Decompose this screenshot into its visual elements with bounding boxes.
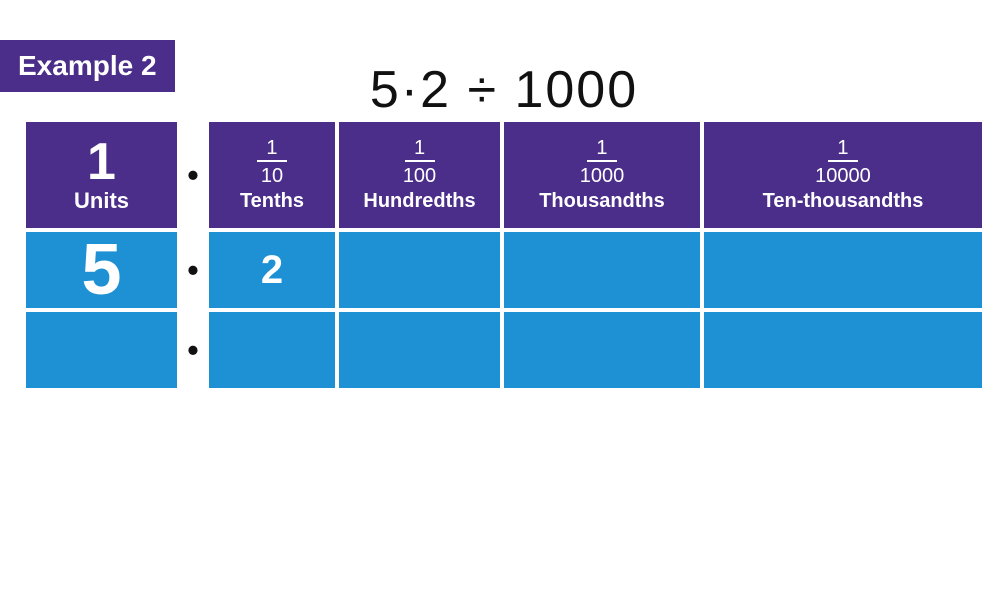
right-columns: 1 10 Tenths 1 100 Hundredths 1 1000 Thou… — [207, 120, 984, 390]
units-number: 1 — [87, 136, 116, 188]
dot-header: • — [187, 120, 198, 230]
ten-thousandths-frac-top: 1 — [828, 138, 858, 162]
hundredths-header: 1 100 Hundredths — [337, 120, 502, 230]
ten-thousandths-header: 1 10000 Ten-thousandths — [702, 120, 984, 230]
tenths-frac-bottom: 10 — [261, 164, 283, 186]
tenths-data-row2 — [207, 310, 337, 390]
thousandths-frac-bottom: 1000 — [580, 164, 625, 186]
tenths-frac-top: 1 — [257, 138, 287, 162]
ten-thousandths-label: Ten-thousandths — [763, 190, 924, 213]
tenths-val1: 2 — [261, 248, 283, 293]
units-data-row2 — [24, 310, 179, 390]
ten-thousandths-frac-bottom: 10000 — [815, 164, 871, 186]
example-badge: Example 2 — [0, 40, 175, 92]
units-data-row1: 5 — [24, 230, 179, 310]
units-value-row1: 5 — [81, 229, 121, 311]
hundredths-label: Hundredths — [363, 190, 475, 213]
hundredths-frac-top: 1 — [405, 138, 435, 162]
thousandths-label: Thousandths — [539, 190, 665, 213]
tenths-header: 1 10 Tenths — [207, 120, 337, 230]
dot-row2: • — [187, 310, 198, 390]
thousandths-frac-top: 1 — [587, 138, 617, 162]
thousandths-data-row2 — [502, 310, 702, 390]
tenths-data-row1: 2 — [207, 230, 337, 310]
units-header-cell: 1 Units — [24, 120, 179, 230]
units-label: Units — [74, 188, 129, 214]
thousandths-data-row1 — [502, 230, 702, 310]
ten-thousandths-data-row1 — [702, 230, 984, 310]
header-row: 1 10 Tenths 1 100 Hundredths 1 1000 Thou… — [207, 120, 984, 230]
hundredths-frac-bottom: 100 — [403, 164, 436, 186]
table-outer: 1 Units 5 • • • 1 10 Tenths — [24, 120, 984, 390]
ten-thousandths-data-row2 — [702, 310, 984, 390]
units-column: 1 Units 5 — [24, 120, 179, 390]
thousandths-header: 1 1000 Thousandths — [502, 120, 702, 230]
data-row-2 — [207, 310, 984, 390]
data-row-1: 2 — [207, 230, 984, 310]
tenths-label: Tenths — [240, 190, 304, 213]
hundredths-data-row1 — [337, 230, 502, 310]
dot-column: • • • — [179, 120, 207, 390]
hundredths-data-row2 — [337, 310, 502, 390]
dot-row1: • — [187, 230, 198, 310]
